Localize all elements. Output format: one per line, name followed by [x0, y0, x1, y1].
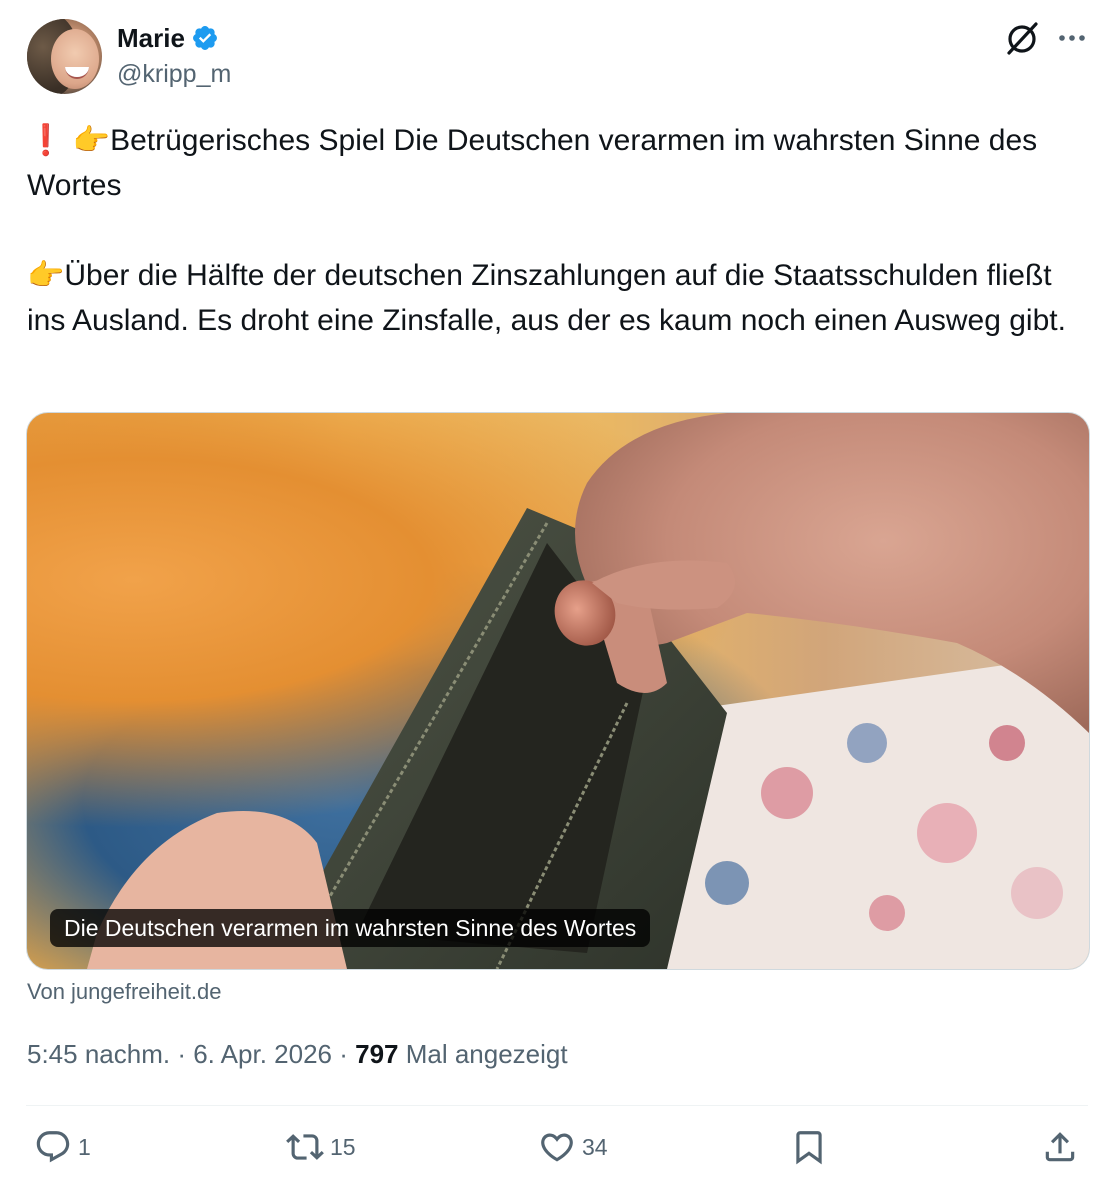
repost-count: 15	[330, 1133, 356, 1160]
repost-button[interactable]: 15	[286, 1128, 356, 1166]
author-name[interactable]: Marie	[117, 23, 185, 54]
link-source[interactable]: Von jungefreiheit.de	[27, 979, 222, 1005]
meta-separator: ·	[332, 1039, 356, 1069]
link-card-caption: Die Deutschen verarmen im wahrsten Sinne…	[50, 909, 651, 947]
reply-count: 1	[78, 1133, 91, 1160]
share-button[interactable]	[1041, 1128, 1079, 1166]
bookmark-button[interactable]	[790, 1128, 828, 1166]
more-icon[interactable]	[1055, 24, 1089, 52]
author-name-row: Marie	[117, 22, 219, 54]
views-label: Mal angezeigt	[398, 1039, 568, 1069]
reply-button[interactable]: 1	[34, 1128, 91, 1166]
like-count: 34	[582, 1133, 608, 1160]
verified-badge-icon	[192, 26, 217, 50]
tweet-time[interactable]: 5:45 nachm.	[27, 1039, 170, 1069]
reply-icon	[36, 1131, 70, 1163]
share-icon	[1045, 1132, 1075, 1162]
views-count: 797	[355, 1039, 399, 1069]
repost-icon	[286, 1134, 324, 1160]
meta-separator: ·	[170, 1039, 194, 1069]
author-handle[interactable]: @kripp_m	[117, 60, 231, 89]
like-button[interactable]: 34	[538, 1128, 608, 1166]
bookmark-icon	[796, 1131, 822, 1165]
tweet-date[interactable]: 6. Apr. 2026	[193, 1039, 332, 1069]
tweet-text: ❗ 👉Betrügerisches Spiel Die Deutschen ve…	[27, 118, 1097, 343]
grok-icon[interactable]	[1003, 19, 1041, 57]
tweet-meta: 5:45 nachm. · 6. Apr. 2026 · 797 Mal ang…	[27, 1039, 568, 1070]
tweet-paragraph-2: Über die Hälfte der deutschen Zinszahlun…	[27, 259, 1066, 337]
avatar-face	[51, 29, 99, 89]
wallet-photo	[87, 413, 1089, 969]
avatar[interactable]	[27, 19, 102, 94]
pointing-hand-emoji: 👉	[27, 258, 65, 293]
link-card-image[interactable]: Die Deutschen verarmen im wahrsten Sinne…	[26, 412, 1090, 970]
tweet-paragraph-1: Betrügerisches Spiel Die Deutschen verar…	[27, 124, 1046, 202]
divider	[26, 1105, 1088, 1106]
like-icon	[541, 1133, 573, 1162]
pointing-hand-emoji: 👉	[72, 123, 111, 158]
exclamation-emoji: ❗	[27, 123, 65, 158]
